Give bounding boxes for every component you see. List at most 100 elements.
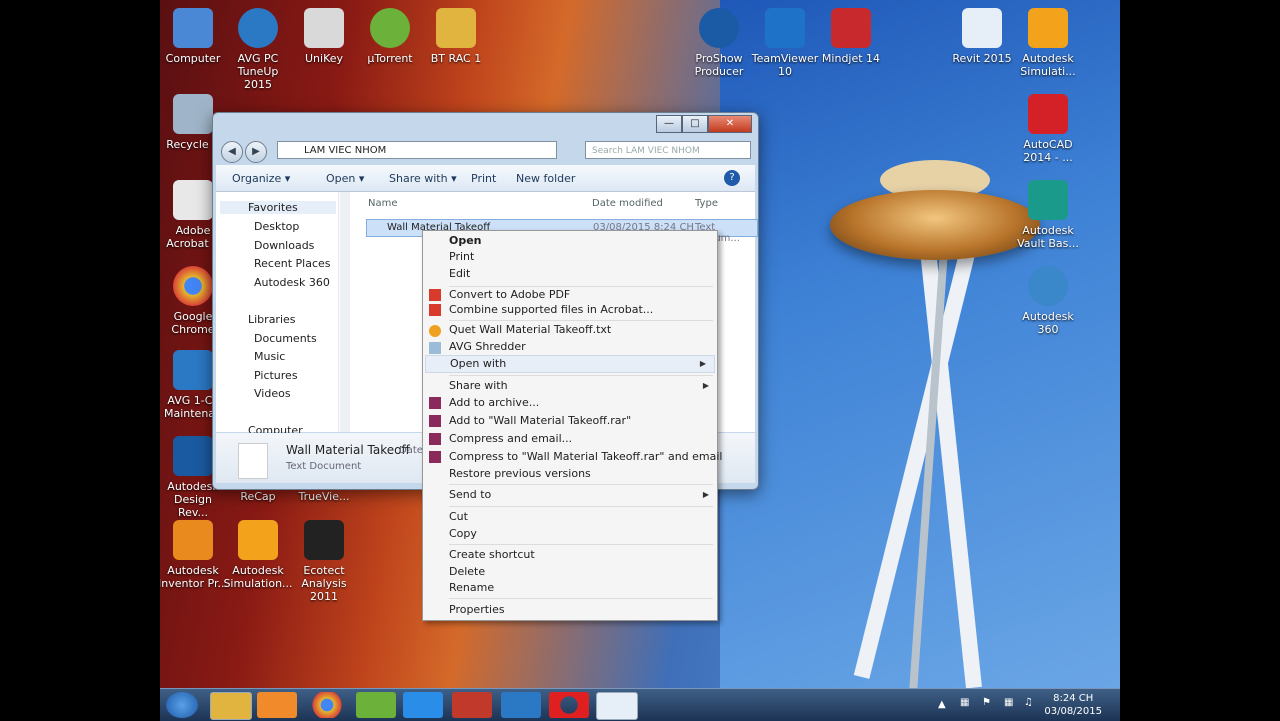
taskbar-64-icon[interactable] xyxy=(452,692,492,718)
desktop-icon-autodesk-simulation[interactable]: Autodesk Simulati... xyxy=(1013,8,1083,78)
desktop-icon-trueview[interactable]: TrueVie... xyxy=(289,490,359,503)
taskbar-explorer-icon[interactable] xyxy=(210,692,252,720)
menu-send-to[interactable]: Send to ▶ xyxy=(449,487,717,503)
organize-button[interactable]: Organize ▾ xyxy=(232,172,290,185)
column-date-modified[interactable]: Date modified xyxy=(592,198,663,209)
taskbar-zalo-icon[interactable] xyxy=(403,692,443,718)
menu-add-rar[interactable]: Add to "Wall Material Takeoff.rar" xyxy=(449,413,717,429)
nav-downloads[interactable]: Downloads xyxy=(254,239,314,252)
address-bar[interactable]: LAM VIEC NHOM xyxy=(277,141,557,159)
action-center-icon[interactable]: ⚑ xyxy=(982,697,991,708)
nav-favorites[interactable]: Favorites xyxy=(220,201,336,214)
menu-compress-email[interactable]: Compress and email... xyxy=(449,431,717,447)
taskbar-chrome-icon[interactable] xyxy=(307,692,347,718)
details-file-type: Text Document xyxy=(286,461,362,472)
menu-copy[interactable]: Copy xyxy=(449,526,717,542)
desktop-icon-unikey[interactable]: UniKey xyxy=(289,8,359,65)
search-input[interactable]: Search LAM VIEC NHOM xyxy=(585,141,751,159)
desktop-icon-utorrent[interactable]: µTorrent xyxy=(355,8,425,65)
menu-edit[interactable]: Edit xyxy=(449,266,717,282)
desktop-icon-inventor[interactable]: Autodesk Inventor Pr... xyxy=(160,520,228,590)
help-icon[interactable]: ? xyxy=(724,170,740,186)
column-type[interactable]: Type xyxy=(695,198,718,209)
menu-combine-acrobat[interactable]: Combine supported files in Acrobat... xyxy=(449,302,717,318)
menu-separator xyxy=(449,484,713,485)
clock[interactable]: 8:24 CH 03/08/2015 xyxy=(1044,692,1102,718)
new-folder-button[interactable]: New folder xyxy=(516,172,575,185)
taskbar-media-player-icon[interactable] xyxy=(257,692,297,718)
desktop-icon-label: Revit 2015 xyxy=(952,52,1012,65)
desktop-icon-ecotect[interactable]: Ecotect Analysis 2011 xyxy=(289,520,359,603)
start-button[interactable] xyxy=(166,692,198,718)
menu-avg-shredder[interactable]: AVG Shredder xyxy=(449,339,717,355)
desktop-icon-mindjet[interactable]: Mindjet 14 xyxy=(816,8,886,65)
desktop-icon-label: Autodesk Design Rev... xyxy=(167,480,219,519)
menu-share-with[interactable]: Share with ▶ xyxy=(449,378,717,394)
desktop-icon-autocad[interactable]: AutoCAD 2014 - ... xyxy=(1013,94,1083,164)
nav-desktop[interactable]: Desktop xyxy=(254,220,299,233)
minimize-button[interactable]: — xyxy=(656,115,682,133)
desktop-icon-label: UniKey xyxy=(304,52,344,65)
menu-compress-rar-email[interactable]: Compress to "Wall Material Takeoff.rar" … xyxy=(449,449,722,465)
menu-print[interactable]: Print xyxy=(449,249,717,265)
menu-convert-pdf[interactable]: Convert to Adobe PDF xyxy=(449,287,717,303)
desktop-icon-label: BT RAC 1 xyxy=(430,52,482,65)
desktop-icon-computer[interactable]: Computer xyxy=(160,8,228,65)
close-button[interactable]: ✕ xyxy=(708,115,752,133)
desktop-icon-vault[interactable]: Autodesk Vault Bas... xyxy=(1013,180,1083,250)
nav-libraries[interactable]: Libraries xyxy=(248,313,296,326)
submenu-arrow-icon: ▶ xyxy=(702,381,709,390)
volume-icon[interactable]: ♫ xyxy=(1024,697,1033,708)
nav-documents[interactable]: Documents xyxy=(254,332,317,345)
menu-restore[interactable]: Restore previous versions xyxy=(449,466,717,482)
nav-autodesk360[interactable]: Autodesk 360 xyxy=(254,276,330,289)
menu-properties[interactable]: Properties xyxy=(449,602,717,618)
open-button[interactable]: Open ▾ xyxy=(326,172,364,185)
desktop-icon-teamviewer[interactable]: TeamViewer 10 xyxy=(750,8,820,78)
desktop-icon-label: ReCap xyxy=(240,490,276,503)
share-with-button[interactable]: Share with ▾ xyxy=(389,172,457,185)
windows-flag-icon[interactable]: ▦ xyxy=(960,697,969,708)
nav-scrollbar[interactable] xyxy=(340,192,350,432)
nav-videos[interactable]: Videos xyxy=(254,387,291,400)
menu-create-shortcut[interactable]: Create shortcut xyxy=(449,547,717,563)
taskbar-revit-icon[interactable] xyxy=(596,692,638,720)
desktop-icon-label: Mindjet 14 xyxy=(821,52,881,65)
nav-music[interactable]: Music xyxy=(254,350,285,363)
menu-open[interactable]: Open xyxy=(449,233,717,249)
taskbar-opera-icon[interactable] xyxy=(549,692,589,718)
desktop-icon-label: µTorrent xyxy=(367,52,413,65)
network-icon[interactable]: ▦ xyxy=(1004,697,1013,708)
taskbar-green-app-icon[interactable] xyxy=(356,692,396,718)
winrar-icon xyxy=(429,415,441,427)
desktop-icon-recap[interactable]: ReCap xyxy=(223,490,293,503)
nav-pictures[interactable]: Pictures xyxy=(254,369,298,382)
menu-add-archive[interactable]: Add to archive... xyxy=(449,395,717,411)
desktop-icon-proshow[interactable]: ProShow Producer xyxy=(684,8,754,78)
back-button[interactable]: ◀ xyxy=(221,141,243,163)
taskbar-avg-icon[interactable] xyxy=(501,692,541,718)
menu-cut[interactable]: Cut xyxy=(449,509,717,525)
navigation-bar: ◀ ▶ LAM VIEC NHOM Search LAM VIEC NHOM xyxy=(219,139,752,163)
desktop-icon-avg-tuneup[interactable]: AVG PC TuneUp 2015 xyxy=(223,8,293,91)
desktop-icon-revit[interactable]: Revit 2015 xyxy=(947,8,1017,65)
autodesk-simulation-icon xyxy=(1028,8,1068,48)
nav-recent-places[interactable]: Recent Places xyxy=(254,257,331,270)
desktop-icon-simulation[interactable]: Autodesk Simulation... xyxy=(223,520,293,590)
details-date-label: Date xyxy=(399,445,423,456)
desktop-icon-label: Autodesk Vault Bas... xyxy=(1017,224,1079,250)
desktop-icon-label: Autodesk Simulati... xyxy=(1020,52,1076,78)
menu-open-with[interactable]: Open with ▶ xyxy=(425,355,715,373)
desktop-icon-bt-rac[interactable]: BT RAC 1 xyxy=(421,8,491,65)
window-controls: — □ ✕ xyxy=(656,115,752,133)
maximize-button[interactable]: □ xyxy=(682,115,708,133)
mindjet-icon xyxy=(831,8,871,48)
menu-quet[interactable]: Quet Wall Material Takeoff.txt xyxy=(449,322,717,338)
print-button[interactable]: Print xyxy=(471,172,496,185)
tray-expand-icon[interactable]: ▲ xyxy=(938,699,946,710)
menu-rename[interactable]: Rename xyxy=(449,580,717,596)
forward-button[interactable]: ▶ xyxy=(245,141,267,163)
menu-delete[interactable]: Delete xyxy=(449,564,717,580)
desktop-icon-autodesk360[interactable]: Autodesk 360 xyxy=(1013,266,1083,336)
column-name[interactable]: Name xyxy=(368,198,398,209)
